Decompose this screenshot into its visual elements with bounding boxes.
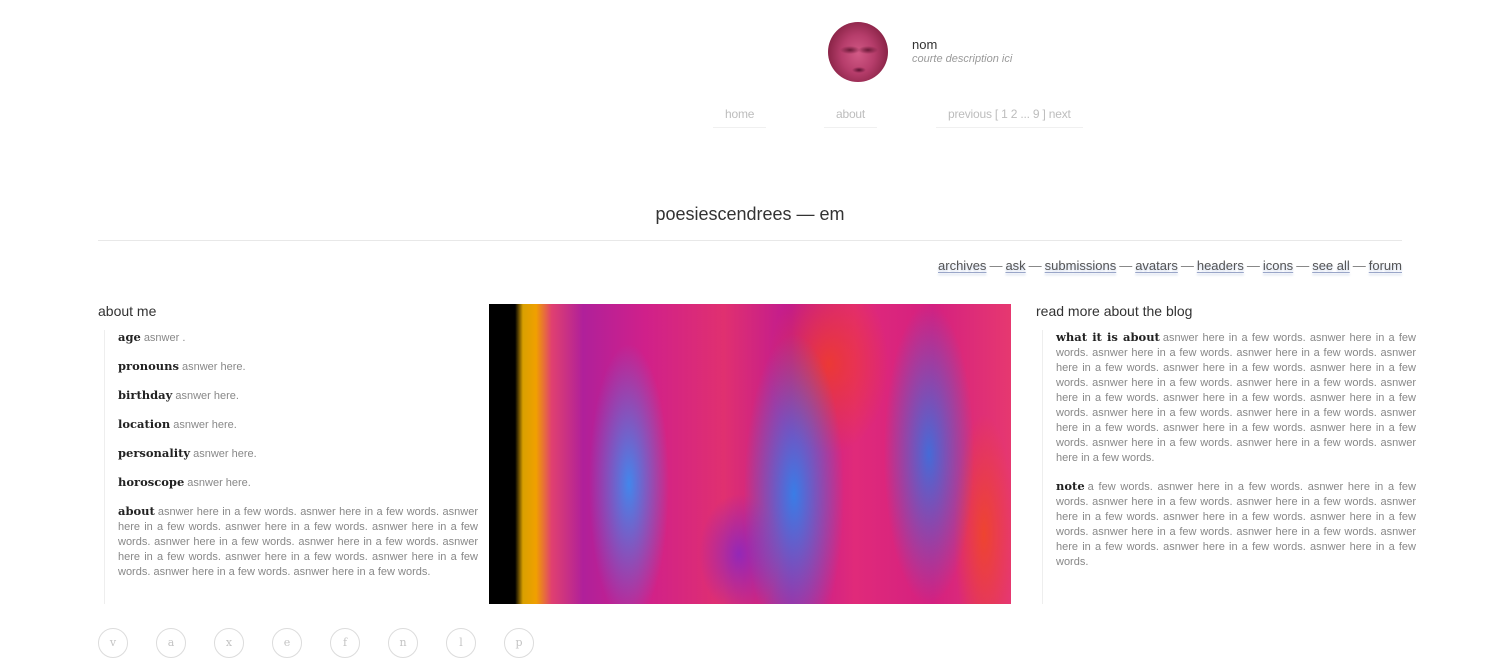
link-separator: — xyxy=(1296,258,1310,273)
qa-label: what it is about xyxy=(1056,330,1160,344)
qa-label: location xyxy=(118,417,171,431)
avatar xyxy=(828,22,888,82)
link-see-all[interactable]: see all xyxy=(1312,258,1350,273)
link-submissions[interactable]: submissions xyxy=(1045,258,1117,273)
qa-value: a few words. asnwer here in a few words.… xyxy=(1056,481,1416,568)
qa-item: pronouns asnwer here. xyxy=(118,359,478,375)
qa-item: personality asnwer here. xyxy=(118,446,478,462)
blog-links: archives — ask — submissions — avatars — headers… xyxy=(938,258,1402,273)
qa-item: what it is about asnwer here in a few wor… xyxy=(1056,330,1416,466)
hero-image xyxy=(489,304,1011,604)
qa-value: asnwer here. xyxy=(193,448,257,460)
qa-value: asnwer here in a few words. asnwer here … xyxy=(1056,332,1416,464)
qa-label: note xyxy=(1056,479,1085,493)
qa-label: horoscope xyxy=(118,475,185,489)
qa-label: birthday xyxy=(118,388,173,402)
about-me-heading: about me xyxy=(98,303,157,319)
social-icon-a[interactable]: a xyxy=(156,628,186,658)
link-separator: — xyxy=(1246,258,1260,273)
qa-label: age xyxy=(118,330,141,344)
link-separator: — xyxy=(1352,258,1366,273)
qa-label: personality xyxy=(118,446,191,460)
divider xyxy=(98,240,1402,241)
blog-info-heading: read more about the blog xyxy=(1036,303,1193,319)
link-forum[interactable]: forum xyxy=(1369,258,1402,273)
qa-value: asnwer here. xyxy=(173,419,237,431)
nav-home-link[interactable]: home xyxy=(713,107,767,128)
blog-title: poesiescendrees — em xyxy=(655,204,845,224)
profile-description: courte description ici xyxy=(912,53,1013,65)
about-me-list[interactable]: age asnwer . pronouns asnwer here. birthday a… xyxy=(104,330,478,604)
qa-item: note a few words. asnwer here in a few wo… xyxy=(1056,479,1416,570)
qa-item: location asnwer here. xyxy=(118,417,478,433)
qa-item: about asnwer here in a few words. asnwer … xyxy=(118,504,478,580)
social-icon-x[interactable]: x xyxy=(214,628,244,658)
qa-value: asnwer here. xyxy=(182,361,246,373)
qa-value: asnwer here. xyxy=(187,477,251,489)
link-separator: — xyxy=(1119,258,1133,273)
qa-item: horoscope asnwer here. xyxy=(118,475,478,491)
qa-value: asnwer here in a few words. asnwer here … xyxy=(118,506,478,578)
social-icon-l[interactable]: l xyxy=(446,628,476,658)
blog-info-list[interactable]: what it is about asnwer here in a few wor… xyxy=(1042,330,1416,604)
qa-label: pronouns xyxy=(118,359,179,373)
link-icons[interactable]: icons xyxy=(1263,258,1293,273)
link-ask[interactable]: ask xyxy=(1005,258,1025,273)
qa-value: asnwer here. xyxy=(175,390,239,402)
qa-item: birthday asnwer here. xyxy=(118,388,478,404)
social-icon-v[interactable]: v xyxy=(98,628,128,658)
link-separator: — xyxy=(1180,258,1194,273)
social-icon-f[interactable]: f xyxy=(330,628,360,658)
qa-value: asnwer . xyxy=(143,332,186,344)
link-archives[interactable]: archives xyxy=(938,258,986,273)
link-avatars[interactable]: avatars xyxy=(1135,258,1178,273)
link-separator: — xyxy=(989,258,1003,273)
qa-label: about xyxy=(118,504,155,518)
link-headers[interactable]: headers xyxy=(1197,258,1244,273)
profile-name: nom xyxy=(912,37,938,52)
social-icon-e[interactable]: e xyxy=(272,628,302,658)
pagination-link[interactable]: previous [ 1 2 ... 9 ] next xyxy=(936,107,1083,128)
nav-about-link[interactable]: about xyxy=(824,107,878,128)
qa-item: age asnwer . xyxy=(118,330,478,346)
social-icon-n[interactable]: n xyxy=(388,628,418,658)
social-icon-p[interactable]: p xyxy=(504,628,534,658)
link-separator: — xyxy=(1028,258,1042,273)
